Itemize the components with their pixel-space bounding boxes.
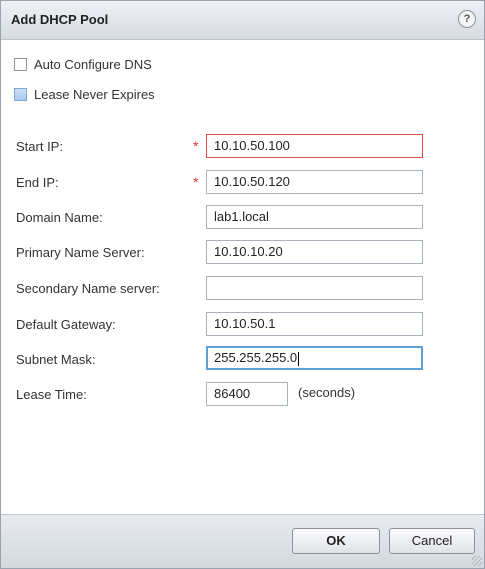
cancel-button[interactable]: Cancel — [389, 528, 475, 554]
auto-configure-dns-label: Auto Configure DNS — [34, 57, 152, 72]
subnet-mask-label: Subnet Mask: — [16, 352, 96, 367]
dialog-title: Add DHCP Pool — [11, 12, 109, 27]
secondary-name-server-input[interactable] — [206, 276, 423, 300]
default-gateway-label: Default Gateway: — [16, 317, 116, 332]
primary-name-server-input[interactable]: 10.10.10.20 — [206, 240, 423, 264]
start-ip-label: Start IP: — [16, 139, 63, 154]
lease-never-expires-option[interactable]: Lease Never Expires — [14, 87, 155, 102]
subnet-mask-value: 255.255.255.0 — [214, 350, 298, 365]
auto-configure-dns-checkbox[interactable] — [14, 58, 27, 71]
resize-grip-icon[interactable] — [472, 556, 482, 566]
lease-never-expires-label: Lease Never Expires — [34, 87, 155, 102]
ok-button[interactable]: OK — [292, 528, 380, 554]
lease-time-input[interactable]: 86400 — [206, 382, 288, 406]
end-ip-label: End IP: — [16, 175, 59, 190]
question-circle-icon[interactable]: ? — [458, 10, 476, 28]
dialog-titlebar: Add DHCP Pool ? — [1, 1, 484, 40]
lease-time-units: (seconds) — [298, 385, 356, 400]
add-dhcp-pool-dialog: Add DHCP Pool ? Auto Configure DNS Lease… — [0, 0, 485, 569]
text-caret — [298, 351, 300, 366]
dialog-footer: OK Cancel — [1, 514, 484, 568]
start-ip-required-marker: * — [193, 138, 199, 154]
secondary-name-server-label: Secondary Name server: — [16, 281, 160, 296]
auto-configure-dns-option[interactable]: Auto Configure DNS — [14, 57, 152, 72]
end-ip-required-marker: * — [193, 174, 199, 190]
end-ip-input[interactable]: 10.10.50.120 — [206, 170, 423, 194]
domain-name-input[interactable]: lab1.local — [206, 205, 423, 229]
primary-name-server-label: Primary Name Server: — [16, 245, 145, 260]
start-ip-input[interactable]: 10.10.50.100 — [206, 134, 423, 158]
default-gateway-input[interactable]: 10.10.50.1 — [206, 312, 423, 336]
subnet-mask-input[interactable]: 255.255.255.0 — [206, 346, 423, 370]
lease-never-expires-checkbox[interactable] — [14, 88, 27, 101]
domain-name-label: Domain Name: — [16, 210, 103, 225]
lease-time-label: Lease Time: — [16, 387, 87, 402]
